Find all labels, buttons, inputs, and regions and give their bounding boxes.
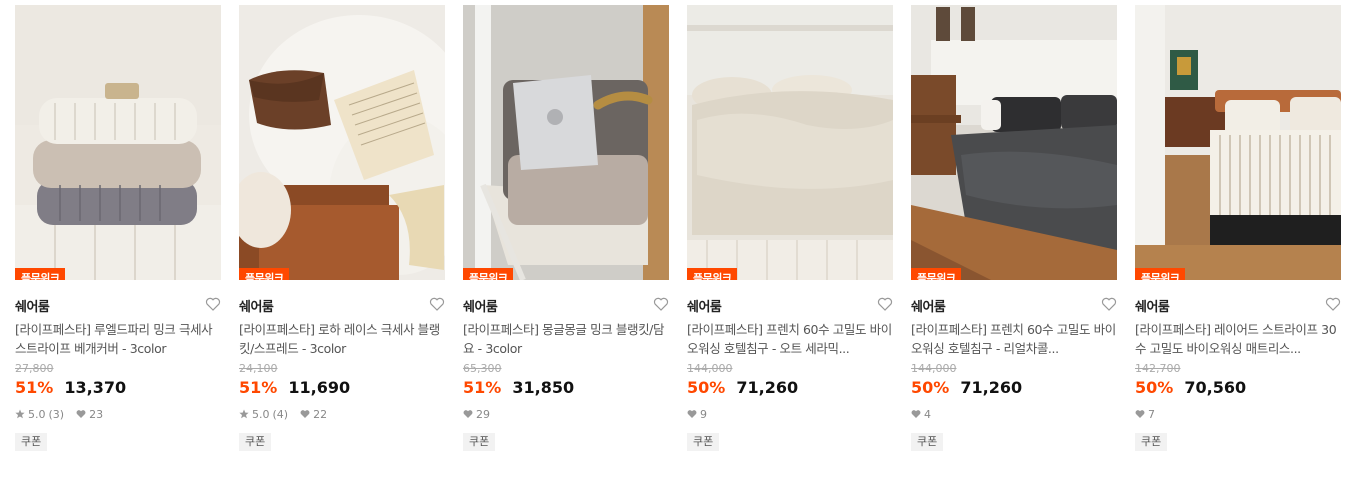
heart-icon xyxy=(463,410,473,418)
brand-name[interactable]: 쉐어룸 xyxy=(687,300,722,315)
brand-name[interactable]: 쉐어룸 xyxy=(911,300,946,315)
like-count: 4 xyxy=(924,407,931,421)
sale-price: 71,260 xyxy=(736,378,799,397)
event-badge: 플문위크 xyxy=(687,268,738,280)
heart-icon xyxy=(300,410,310,418)
product-card[interactable]: 플문위크 쉐어룸 [라이프페스타] 로하 레이스 극세사 블랭킷/스프레드 - … xyxy=(239,5,445,451)
lace-blanket-image xyxy=(239,5,445,280)
original-price: 144,000 xyxy=(687,362,733,375)
discount-rate: 51% xyxy=(15,378,54,397)
event-badge: 플문위크 xyxy=(1135,268,1186,280)
product-title[interactable]: [라이프페스타] 몽글몽글 밍크 블랭킷/담요 - 3color xyxy=(463,320,669,358)
heart-icon xyxy=(687,410,697,418)
product-image[interactable]: 플문위크 xyxy=(463,5,669,280)
like-count: 29 xyxy=(476,407,490,421)
wishlist-heart-icon[interactable] xyxy=(877,296,893,312)
brand-name[interactable]: 쉐어룸 xyxy=(463,300,498,315)
product-title[interactable]: [라이프페스타] 로하 레이스 극세사 블랭킷/스프레드 - 3color xyxy=(239,320,445,358)
heart-icon xyxy=(911,410,921,418)
discount-rate: 50% xyxy=(911,378,950,397)
brand-name[interactable]: 쉐어룸 xyxy=(239,300,274,315)
original-price: 65,300 xyxy=(463,362,502,375)
star-icon xyxy=(15,409,25,419)
product-grid: 플문위크 쉐어룸 [라이프페스타] 루엘드파리 밍크 극세사 스트라이프 베개커… xyxy=(0,0,1345,478)
product-meta: 7 xyxy=(1135,407,1341,421)
like-count: 22 xyxy=(313,407,328,421)
sale-price: 71,260 xyxy=(960,378,1023,397)
pillows-image xyxy=(15,5,221,280)
product-title[interactable]: [라이프페스타] 루엘드파리 밍크 극세사 스트라이프 베개커버 - 3colo… xyxy=(15,320,221,358)
coupon-tag: 쿠폰 xyxy=(1135,433,1168,451)
product-title[interactable]: [라이프페스타] 프렌치 60수 고밀도 바이오워싱 호텔침구 - 리얼차콜..… xyxy=(911,320,1117,358)
product-image[interactable]: 플문위크 xyxy=(687,5,893,280)
product-card[interactable]: 플문위크 쉐어룸 [라이프페스타] 몽글몽글 밍크 블랭킷/담요 - 3colo… xyxy=(463,5,669,451)
star-icon xyxy=(239,409,249,419)
wishlist-heart-icon[interactable] xyxy=(1101,296,1117,312)
original-price: 142,700 xyxy=(1135,362,1181,375)
event-badge: 플문위크 xyxy=(239,268,290,280)
like-count: 9 xyxy=(700,407,707,421)
discount-rate: 50% xyxy=(687,378,726,397)
heart-icon xyxy=(76,410,86,418)
product-image[interactable]: 플문위크 xyxy=(1135,5,1341,280)
product-meta: 5.0 (4) 22 xyxy=(239,407,445,421)
discount-rate: 51% xyxy=(239,378,278,397)
brand-name[interactable]: 쉐어룸 xyxy=(15,300,50,315)
laptop-blanket-image xyxy=(463,5,669,280)
review-count: (4) xyxy=(272,407,289,421)
product-card[interactable]: 플문위크 쉐어룸 [라이프페스타] 프렌치 60수 고밀도 바이오워싱 호텔침구… xyxy=(687,5,893,451)
event-badge: 플문위크 xyxy=(15,268,66,280)
heart-icon xyxy=(1135,410,1145,418)
sale-price: 13,370 xyxy=(64,378,127,397)
original-price: 144,000 xyxy=(911,362,957,375)
product-image[interactable]: 플문위크 xyxy=(911,5,1117,280)
product-title[interactable]: [라이프페스타] 프렌치 60수 고밀도 바이오워싱 호텔침구 - 오트 세라믹… xyxy=(687,320,893,358)
coupon-tag: 쿠폰 xyxy=(239,433,272,451)
product-meta: 29 xyxy=(463,407,669,421)
event-badge: 플문위크 xyxy=(911,268,962,280)
sale-price: 11,690 xyxy=(288,378,351,397)
event-badge: 플문위크 xyxy=(463,268,514,280)
rating: 5.0 xyxy=(28,407,46,421)
sale-price: 31,850 xyxy=(512,378,575,397)
coupon-tag: 쿠폰 xyxy=(15,433,48,451)
product-card[interactable]: 플문위크 쉐어룸 [라이프페스타] 레이어드 스트라이프 30수 고밀도 바이오… xyxy=(1135,5,1341,451)
coupon-tag: 쿠폰 xyxy=(463,433,496,451)
product-meta: 5.0 (3) 23 xyxy=(15,407,221,421)
discount-rate: 51% xyxy=(463,378,502,397)
product-image[interactable]: 플문위크 xyxy=(239,5,445,280)
wishlist-heart-icon[interactable] xyxy=(1325,296,1341,312)
product-image[interactable]: 플문위크 xyxy=(15,5,221,280)
product-card[interactable]: 플문위크 쉐어룸 [라이프페스타] 루엘드파리 밍크 극세사 스트라이프 베개커… xyxy=(15,5,221,451)
product-card[interactable]: 플문위크 쉐어룸 [라이프페스타] 프렌치 60수 고밀도 바이오워싱 호텔침구… xyxy=(911,5,1117,451)
product-meta: 4 xyxy=(911,407,1117,421)
like-count: 7 xyxy=(1148,407,1155,421)
product-title[interactable]: [라이프페스타] 레이어드 스트라이프 30수 고밀도 바이오워싱 매트리스..… xyxy=(1135,320,1341,358)
coupon-tag: 쿠폰 xyxy=(911,433,944,451)
coupon-tag: 쿠폰 xyxy=(687,433,720,451)
product-meta: 9 xyxy=(687,407,893,421)
wishlist-heart-icon[interactable] xyxy=(653,296,669,312)
like-count: 23 xyxy=(89,407,104,421)
striped-mattress-image xyxy=(1135,5,1341,280)
brand-name[interactable]: 쉐어룸 xyxy=(1135,300,1170,315)
discount-rate: 50% xyxy=(1135,378,1174,397)
review-count: (3) xyxy=(48,407,65,421)
wishlist-heart-icon[interactable] xyxy=(205,296,221,312)
wishlist-heart-icon[interactable] xyxy=(429,296,445,312)
original-price: 27,800 xyxy=(15,362,54,375)
rating: 5.0 xyxy=(252,407,270,421)
original-price: 24,100 xyxy=(239,362,278,375)
sale-price: 70,560 xyxy=(1184,378,1247,397)
oat-bedding-image xyxy=(687,5,893,280)
charcoal-bedding-image xyxy=(911,5,1117,280)
